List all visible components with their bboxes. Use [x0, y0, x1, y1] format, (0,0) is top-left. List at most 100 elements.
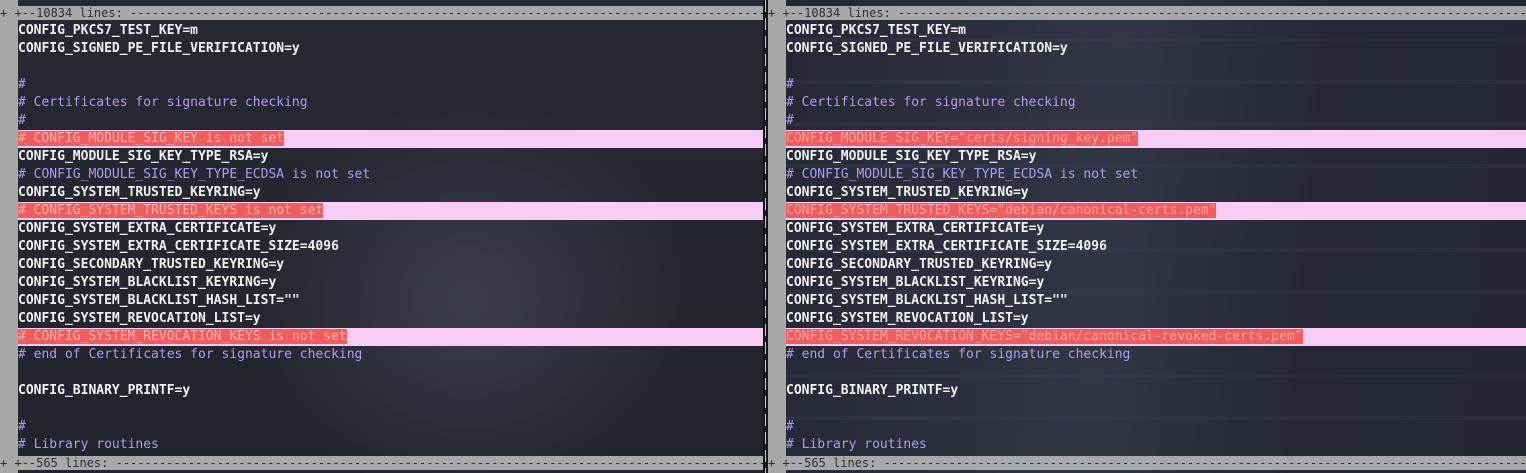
- line-text: # CONFIG_SYSTEM_REVOCATION_KEYS is not s…: [18, 329, 347, 344]
- line-text: # Certificates for signature checking: [786, 95, 1076, 110]
- fold-gutter: [768, 0, 786, 473]
- code-line[interactable]: CONFIG_SYSTEM_TRUSTED_KEYRING=y: [18, 184, 763, 202]
- line-text: #: [18, 113, 26, 128]
- fold-marker-top[interactable]: + +--10834 lines: ----------------------…: [0, 6, 763, 20]
- comment-line[interactable]: # Library routines: [786, 436, 1526, 454]
- code-line[interactable]: CONFIG_SECONDARY_TRUSTED_KEYRING=y: [18, 256, 763, 274]
- code-line[interactable]: CONFIG_SIGNED_PE_FILE_VERIFICATION=y: [18, 40, 763, 58]
- code-line[interactable]: CONFIG_BINARY_PRINTF=y: [786, 382, 1526, 400]
- code-line[interactable]: CONFIG_SYSTEM_EXTRA_CERTIFICATE_SIZE=409…: [18, 238, 763, 256]
- code-line[interactable]: CONFIG_SYSTEM_BLACKLIST_HASH_LIST="": [786, 292, 1526, 310]
- line-text: CONFIG_SYSTEM_BLACKLIST_HASH_LIST="": [18, 293, 300, 308]
- line-text: CONFIG_SIGNED_PE_FILE_VERIFICATION=y: [18, 41, 300, 56]
- line-text: # CONFIG_SYSTEM_TRUSTED_KEYS is not set: [18, 203, 324, 218]
- code-lines: CONFIG_PKCS7_TEST_KEY=m CONFIG_SIGNED_PE_…: [18, 22, 763, 454]
- comment-line[interactable]: # Certificates for signature checking: [18, 94, 763, 112]
- fold-marker-bottom[interactable]: + +--565 lines: ------------------------…: [768, 456, 1526, 470]
- line-text: # Certificates for signature checking: [18, 95, 308, 110]
- comment-line[interactable]: #: [786, 112, 1526, 130]
- comment-line[interactable]: # Library routines: [18, 436, 763, 454]
- left-diff-pane[interactable]: + +--10834 lines: ----------------------…: [0, 0, 763, 473]
- code-line[interactable]: CONFIG_SYSTEM_BLACKLIST_HASH_LIST="": [18, 292, 763, 310]
- fold-marker-bottom[interactable]: + +--565 lines: ------------------------…: [0, 456, 763, 470]
- right-diff-pane[interactable]: + +--10834 lines: ----------------------…: [768, 0, 1526, 473]
- line-text: CONFIG_SYSTEM_EXTRA_CERTIFICATE_SIZE=409…: [18, 239, 339, 254]
- code-line[interactable]: CONFIG_BINARY_PRINTF=y: [18, 382, 763, 400]
- comment-line[interactable]: # CONFIG_MODULE_SIG_KEY_TYPE_ECDSA is no…: [786, 166, 1526, 184]
- comment-line[interactable]: # end of Certificates for signature chec…: [786, 346, 1526, 364]
- comment-line[interactable]: # end of Certificates for signature chec…: [18, 346, 763, 364]
- line-text: CONFIG_SYSTEM_REVOCATION_LIST=y: [18, 311, 261, 326]
- comment-line[interactable]: # CONFIG_MODULE_SIG_KEY_TYPE_ECDSA is no…: [18, 166, 763, 184]
- line-text: CONFIG_PKCS7_TEST_KEY=m: [786, 23, 967, 38]
- code-line[interactable]: CONFIG_SYSTEM_REVOCATION_LIST=y: [18, 310, 763, 328]
- line-text: CONFIG_SYSTEM_TRUSTED_KEYRING=y: [18, 185, 261, 200]
- line-text: CONFIG_SYSTEM_EXTRA_CERTIFICATE=y: [786, 221, 1045, 236]
- code-line[interactable]: CONFIG_SYSTEM_REVOCATION_LIST=y: [786, 310, 1526, 328]
- line-text: # CONFIG_MODULE_SIG_KEY_TYPE_ECDSA is no…: [18, 167, 371, 182]
- line-text: CONFIG_MODULE_SIG_KEY="certs/signing_key…: [786, 131, 1139, 146]
- diff-changed-line[interactable]: # CONFIG_SYSTEM_REVOCATION_KEYS is not s…: [18, 328, 763, 346]
- line-text: CONFIG_SECONDARY_TRUSTED_KEYRING=y: [786, 257, 1053, 272]
- line-text: CONFIG_SYSTEM_REVOCATION_LIST=y: [786, 311, 1029, 326]
- line-text: CONFIG_SYSTEM_TRUSTED_KEYRING=y: [786, 185, 1029, 200]
- code-line[interactable]: CONFIG_SYSTEM_EXTRA_CERTIFICATE=y: [786, 220, 1526, 238]
- line-text: CONFIG_SYSTEM_TRUSTED_KEYS="debian/canon…: [786, 203, 1217, 218]
- line-text: CONFIG_SYSTEM_BLACKLIST_HASH_LIST="": [786, 293, 1068, 308]
- line-text: # Library routines: [18, 437, 159, 452]
- fold-gutter: [0, 0, 18, 473]
- code-line[interactable]: CONFIG_SYSTEM_TRUSTED_KEYRING=y: [786, 184, 1526, 202]
- diff-changed-line[interactable]: # CONFIG_SYSTEM_TRUSTED_KEYS is not set: [18, 202, 763, 220]
- line-text: # Library routines: [786, 437, 927, 452]
- line-text: # end of Certificates for signature chec…: [18, 347, 363, 362]
- code-line[interactable]: CONFIG_PKCS7_TEST_KEY=m: [786, 22, 1526, 40]
- line-text: CONFIG_SYSTEM_REVOCATION_KEYS="debian/ca…: [786, 329, 1303, 344]
- code-line[interactable]: CONFIG_MODULE_SIG_KEY_TYPE_RSA=y: [18, 148, 763, 166]
- comment-line[interactable]: #: [18, 112, 763, 130]
- line-text: CONFIG_PKCS7_TEST_KEY=m: [18, 23, 199, 38]
- line-text: # end of Certificates for signature chec…: [786, 347, 1131, 362]
- line-text: # CONFIG_MODULE_SIG_KEY_TYPE_ECDSA is no…: [786, 167, 1139, 182]
- split-divider-line: [765, 0, 766, 473]
- code-line[interactable]: [786, 364, 1526, 382]
- code-line[interactable]: [786, 58, 1526, 76]
- diff-changed-line[interactable]: CONFIG_MODULE_SIG_KEY="certs/signing_key…: [786, 130, 1526, 148]
- comment-line[interactable]: #: [18, 418, 763, 436]
- diff-changed-line[interactable]: CONFIG_SYSTEM_REVOCATION_KEYS="debian/ca…: [786, 328, 1526, 346]
- code-line[interactable]: CONFIG_PKCS7_TEST_KEY=m: [18, 22, 763, 40]
- line-text: CONFIG_SYSTEM_EXTRA_CERTIFICATE=y: [18, 221, 277, 236]
- line-text: CONFIG_SIGNED_PE_FILE_VERIFICATION=y: [786, 41, 1068, 56]
- line-text: CONFIG_MODULE_SIG_KEY_TYPE_RSA=y: [786, 149, 1037, 164]
- line-text: #: [786, 419, 794, 434]
- line-text: CONFIG_SYSTEM_EXTRA_CERTIFICATE_SIZE=409…: [786, 239, 1107, 254]
- diff-changed-line[interactable]: # CONFIG_MODULE_SIG_KEY is not set: [18, 130, 763, 148]
- code-line[interactable]: [18, 400, 763, 418]
- comment-line[interactable]: #: [18, 76, 763, 94]
- line-text: # CONFIG_MODULE_SIG_KEY is not set: [18, 131, 285, 146]
- fold-marker-top[interactable]: + +--10834 lines: ----------------------…: [768, 6, 1526, 20]
- code-line[interactable]: CONFIG_SYSTEM_EXTRA_CERTIFICATE_SIZE=409…: [786, 238, 1526, 256]
- code-line[interactable]: CONFIG_SYSTEM_BLACKLIST_KEYRING=y: [786, 274, 1526, 292]
- line-text: CONFIG_SECONDARY_TRUSTED_KEYRING=y: [18, 257, 285, 272]
- line-text: #: [786, 113, 794, 128]
- line-text: #: [18, 419, 26, 434]
- comment-line[interactable]: # Certificates for signature checking: [786, 94, 1526, 112]
- line-text: CONFIG_BINARY_PRINTF=y: [18, 383, 191, 398]
- line-text: #: [786, 77, 794, 92]
- diff-changed-line[interactable]: CONFIG_SYSTEM_TRUSTED_KEYS="debian/canon…: [786, 202, 1526, 220]
- comment-line[interactable]: #: [786, 418, 1526, 436]
- code-line[interactable]: [18, 58, 763, 76]
- line-text: CONFIG_BINARY_PRINTF=y: [786, 383, 959, 398]
- code-line[interactable]: [18, 364, 763, 382]
- comment-line[interactable]: #: [786, 76, 1526, 94]
- code-line[interactable]: CONFIG_SIGNED_PE_FILE_VERIFICATION=y: [786, 40, 1526, 58]
- code-line[interactable]: CONFIG_SYSTEM_EXTRA_CERTIFICATE=y: [18, 220, 763, 238]
- line-text: CONFIG_SYSTEM_BLACKLIST_KEYRING=y: [786, 275, 1045, 290]
- line-text: CONFIG_SYSTEM_BLACKLIST_KEYRING=y: [18, 275, 277, 290]
- line-text: CONFIG_MODULE_SIG_KEY_TYPE_RSA=y: [18, 149, 269, 164]
- code-line[interactable]: CONFIG_SYSTEM_BLACKLIST_KEYRING=y: [18, 274, 763, 292]
- code-line[interactable]: CONFIG_MODULE_SIG_KEY_TYPE_RSA=y: [786, 148, 1526, 166]
- code-line[interactable]: [786, 400, 1526, 418]
- code-line[interactable]: CONFIG_SECONDARY_TRUSTED_KEYRING=y: [786, 256, 1526, 274]
- vimdiff-editor: + +--10834 lines: ----------------------…: [0, 0, 1526, 473]
